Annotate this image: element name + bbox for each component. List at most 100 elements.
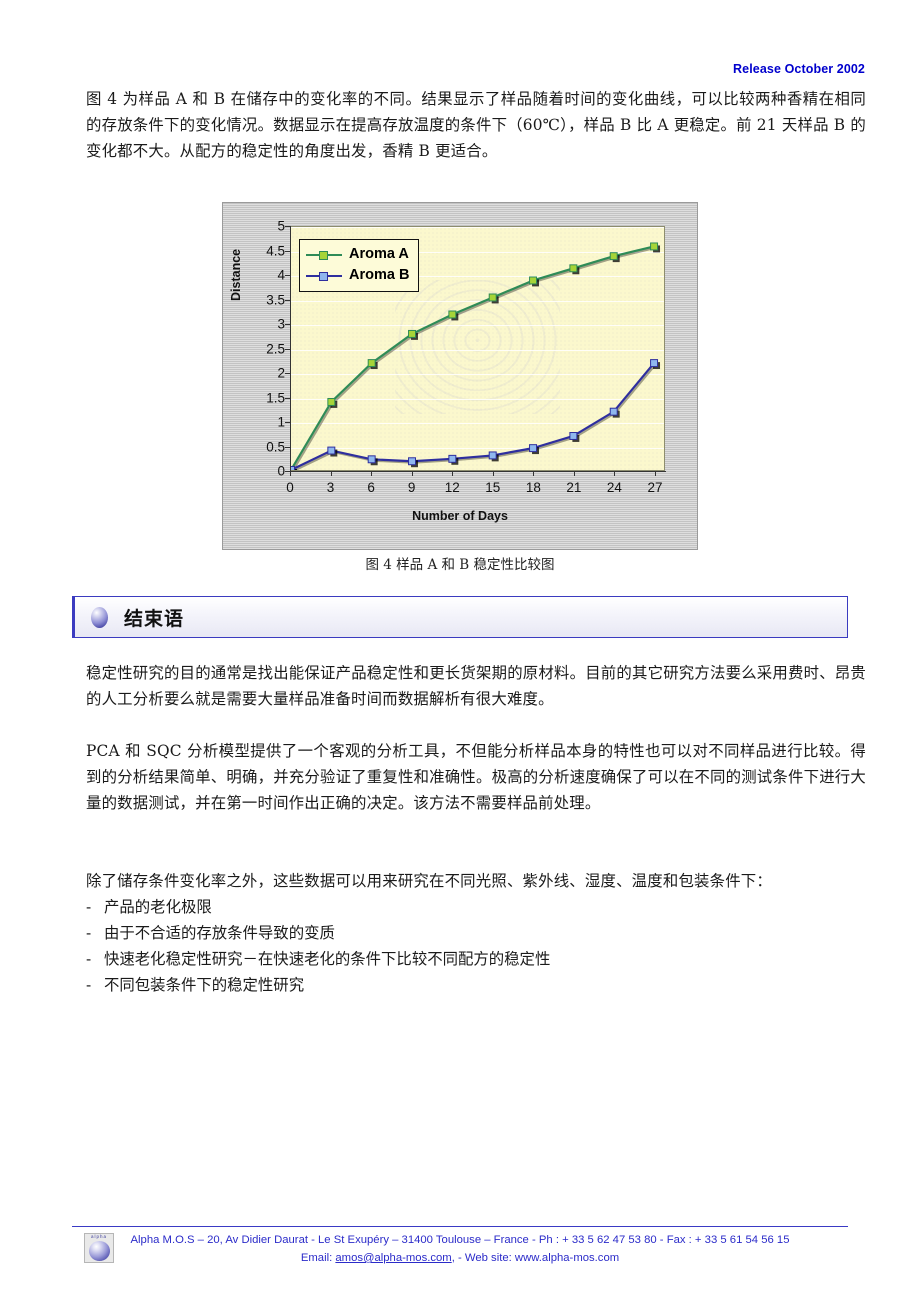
- list-item: - 不同包装条件下的稳定性研究: [86, 972, 866, 998]
- data-point-marker: [488, 451, 497, 460]
- data-point-marker: [367, 455, 376, 464]
- data-point-marker: [408, 329, 416, 338]
- list-item: - 产品的老化极限: [86, 894, 866, 920]
- list-bullet-dash: -: [86, 924, 92, 942]
- page-footer: alpha Alpha M.O.S – 20, Av Didier Daurat…: [72, 1232, 848, 1266]
- x-axis-tick-label: 18: [525, 480, 541, 495]
- x-axis-tick-mark: [492, 471, 494, 476]
- list-bullet-dash: -: [86, 898, 92, 916]
- figure-caption: 图 4 样品 A 和 B 稳定性比较图: [365, 557, 555, 573]
- x-axis-tick-label: 12: [444, 480, 460, 495]
- data-point-marker: [327, 397, 336, 406]
- x-axis-tick-label: 6: [367, 480, 375, 495]
- data-point-marker: [609, 252, 618, 261]
- conclusion-paragraph-1-block: 稳定性研究的目的通常是找出能保证产品稳定性和更长货架期的原材料。目前的其它研究方…: [86, 660, 866, 712]
- x-axis-tick-label: 9: [407, 480, 416, 495]
- y-axis-tick-label: 0.5: [266, 439, 285, 454]
- x-axis-tick-mark: [655, 471, 656, 476]
- legend-swatch-icon-a: [306, 249, 342, 261]
- chart-y-axis-ticks: 0 0.5 1 1.5 2 2.5 3 3.5 4 4.5 5: [233, 219, 290, 479]
- x-axis-tick-mark: [614, 471, 616, 476]
- y-axis-tick-label: 0: [277, 463, 285, 479]
- footer-divider: [72, 1226, 848, 1227]
- legend-marker: [319, 271, 328, 281]
- y-axis-tick-label: 1: [277, 414, 285, 430]
- data-point-marker: [529, 444, 538, 453]
- section-header-conclusion: 结束语: [72, 596, 848, 638]
- x-axis-tick-label: 24: [606, 480, 622, 495]
- footer-email-suffix: , - Web site:: [451, 1252, 515, 1264]
- data-point-marker: [448, 310, 457, 319]
- logo-wordmark: alpha: [90, 1234, 107, 1239]
- conclusion-paragraph-1: 稳定性研究的目的通常是找出能保证产品稳定性和更长货架期的原材料。目前的其它研究方…: [86, 664, 866, 708]
- legend-item-aroma-a: Aroma A: [306, 244, 409, 265]
- data-point-marker: [650, 359, 659, 368]
- y-axis-tick-label: 2: [277, 365, 285, 381]
- conclusion-bullet-list: - 产品的老化极限 - 由于不合适的存放条件导致的变质 - 快速老化稳定性研究－在快速老化…: [86, 894, 866, 998]
- x-axis-tick-mark: [573, 471, 575, 476]
- y-axis-tick-label: 3.5: [266, 292, 285, 307]
- data-point-marker: [650, 242, 659, 251]
- list-item-label: 快速老化稳定性研究－在快速老化的条件下比较不同配方的稳定性: [104, 950, 551, 968]
- x-axis-tick-mark: [533, 471, 535, 476]
- data-point-marker: [529, 276, 538, 285]
- chart-x-axis-title: Number of Days: [412, 509, 508, 523]
- conclusion-paragraph-2: PCA 和 SQC 分析模型提供了一个客观的分析工具，不但能分析样品本身的特性也…: [86, 742, 866, 812]
- x-axis-tick-label: 15: [485, 480, 501, 495]
- section-title: 结束语: [124, 607, 185, 630]
- intro-paragraph-block: 图 4 为样品 A 和 B 在储存中的变化率的不同。结果显示了样品随着时间的变化…: [86, 86, 866, 164]
- alpha-mos-logo-icon: alpha: [84, 1233, 114, 1263]
- figure-4-chart: Distance 0 0.5 1 1.5 2 2.5 3 3.5 4 4.5 5 0 3 6 9 12 15 1…: [222, 202, 698, 550]
- chart-x-axis-ticks: 0 3 6 9 12 15 18 21 24 27: [286, 471, 665, 503]
- data-point-marker: [569, 432, 578, 440]
- list-bullet-dash: -: [86, 950, 92, 968]
- y-axis-tick-label: 4: [277, 267, 285, 283]
- intro-paragraph: 图 4 为样品 A 和 B 在储存中的变化率的不同。结果显示了样品随着时间的变化…: [86, 90, 866, 160]
- logo-sphere-icon: [89, 1241, 110, 1261]
- x-axis-tick-label: 27: [647, 480, 663, 495]
- list-item: - 由于不合适的存放条件导致的变质: [86, 920, 866, 946]
- list-item: - 快速老化稳定性研究－在快速老化的条件下比较不同配方的稳定性: [86, 946, 866, 972]
- legend-label-aroma-b: Aroma B: [349, 267, 410, 284]
- x-axis-tick-mark: [411, 471, 413, 476]
- y-axis-tick-label: 3: [277, 316, 285, 332]
- legend-swatch-icon-b: [306, 270, 342, 282]
- data-point-marker: [408, 457, 416, 466]
- footer-address-line: Alpha M.O.S – 20, Av Didier Daurat - Le …: [130, 1234, 790, 1246]
- chart-y-axis-line: [290, 226, 291, 472]
- x-axis-tick-label: 0: [286, 480, 294, 495]
- footer-contact-line: Email: amos@alpha-mos.com, - Web site: w…: [72, 1250, 848, 1266]
- x-axis-tick-label: 3: [326, 480, 335, 495]
- document-page: Release October 2002 图 4 为样品 A 和 B 在储存中的…: [0, 0, 920, 1302]
- data-point-marker: [448, 454, 457, 463]
- conclusion-paragraph-3-block: 除了储存条件变化率之外，这些数据可以用来研究在不同光照、紫外线、湿度、温度和包装…: [86, 868, 866, 998]
- series-line-aroma-b: [291, 362, 655, 470]
- y-axis-tick-label: 1.5: [266, 390, 285, 405]
- legend-marker: [319, 250, 328, 260]
- data-point-marker: [488, 293, 497, 302]
- footer-email-prefix: Email:: [300, 1252, 336, 1264]
- chart-legend: Aroma A Aroma B: [299, 239, 420, 292]
- y-axis-tick-label: 5: [277, 218, 285, 234]
- conclusion-paragraph-2-block: PCA 和 SQC 分析模型提供了一个客观的分析工具，不但能分析样品本身的特性也…: [86, 738, 866, 816]
- x-axis-tick-mark: [452, 471, 454, 476]
- y-axis-tick-label: 2.5: [266, 341, 285, 356]
- page-header-release: Release October 2002: [733, 62, 865, 76]
- x-axis-tick-mark: [371, 471, 373, 476]
- x-axis-tick-mark: [290, 471, 291, 476]
- data-point-marker: [609, 407, 618, 416]
- data-point-marker: [367, 359, 376, 368]
- footer-email-link[interactable]: amos@alpha-mos.com: [335, 1252, 451, 1264]
- list-item-label: 由于不合适的存放条件导致的变质: [104, 924, 335, 942]
- footer-website-link[interactable]: www.alpha-mos.com: [515, 1252, 619, 1264]
- list-item-label: 不同包装条件下的稳定性研究: [104, 976, 305, 994]
- x-axis-tick-mark: [330, 471, 332, 476]
- data-point-marker: [569, 264, 578, 273]
- x-axis-tick-label: 21: [566, 480, 582, 495]
- conclusion-paragraph-3: 除了储存条件变化率之外，这些数据可以用来研究在不同光照、紫外线、湿度、温度和包装…: [86, 872, 772, 890]
- legend-label-aroma-a: Aroma A: [349, 246, 409, 263]
- list-bullet-dash: -: [86, 976, 92, 994]
- legend-item-aroma-b: Aroma B: [306, 265, 409, 286]
- sphere-bullet-icon: [91, 606, 108, 628]
- data-point-marker: [327, 446, 336, 455]
